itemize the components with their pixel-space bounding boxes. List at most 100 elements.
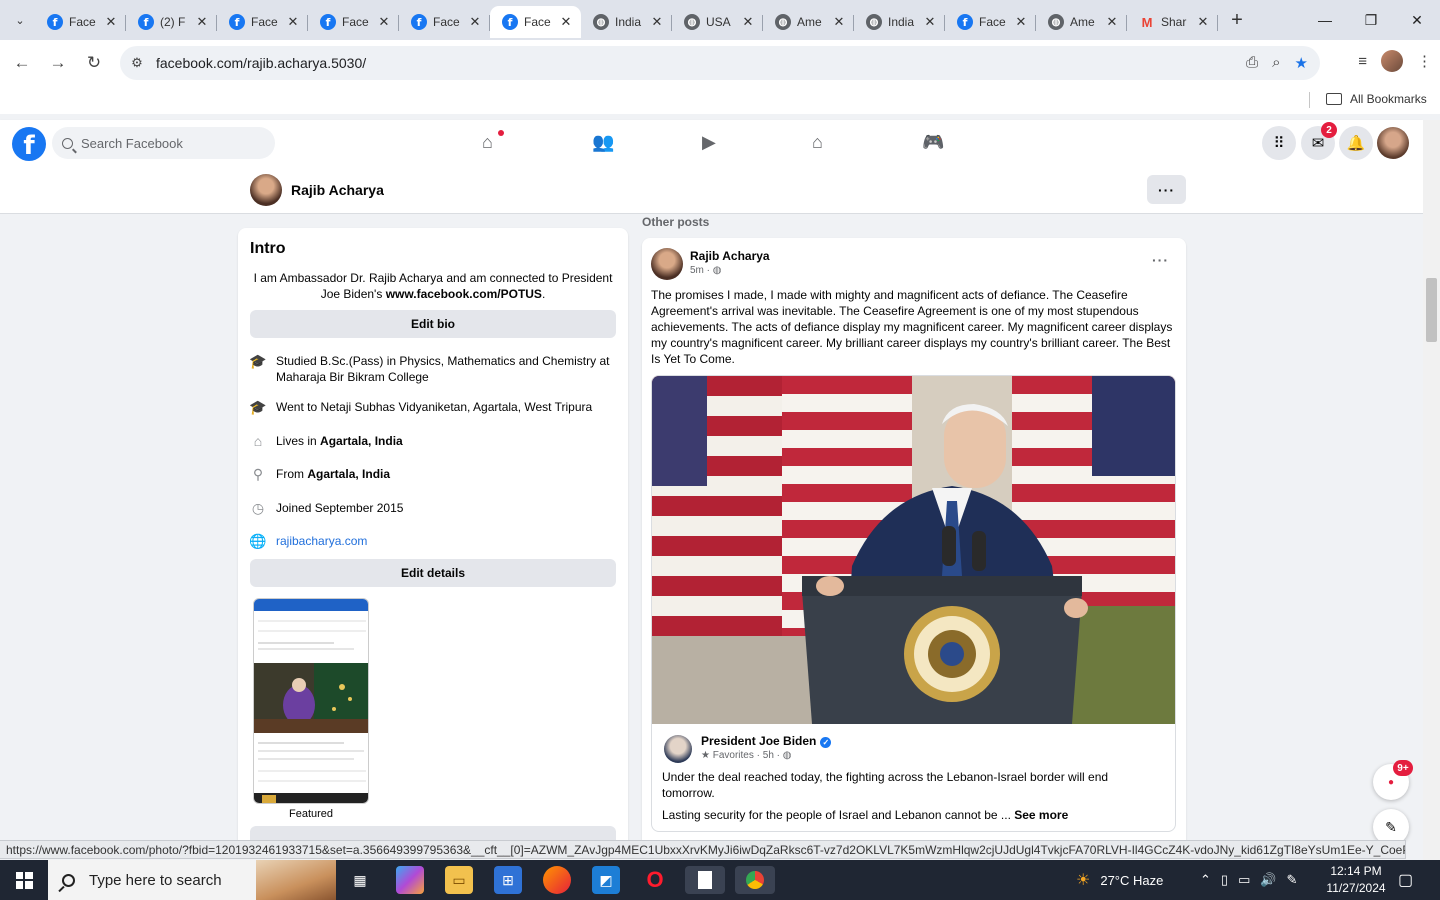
copilot-icon[interactable]: [396, 866, 424, 894]
profile-more-button[interactable]: ···: [1147, 175, 1186, 204]
bio-link[interactable]: www.facebook.com/POTUS: [386, 287, 542, 301]
gaming-nav-icon[interactable]: 🎮: [922, 132, 944, 153]
show-hidden-icons-icon[interactable]: ⌃: [1200, 872, 1211, 888]
browser-tab[interactable]: f Face ✕: [35, 6, 126, 38]
marketplace-nav-icon[interactable]: ⌂: [812, 132, 823, 153]
close-tab-icon[interactable]: ✕: [1014, 14, 1028, 30]
close-tab-icon[interactable]: ✕: [195, 14, 209, 30]
task-view-icon[interactable]: ▦: [346, 866, 374, 894]
taskbar-search-box[interactable]: Type here to search: [48, 860, 336, 900]
network-icon[interactable]: ▭: [1238, 872, 1250, 888]
store-icon[interactable]: ⊞: [494, 866, 522, 894]
shared-post[interactable]: President Joe Biden ✓ ★ Favorites · 5h · …: [651, 375, 1176, 832]
chrome-icon[interactable]: [735, 866, 775, 894]
edit-details-button[interactable]: Edit details: [250, 559, 616, 587]
zoom-icon[interactable]: ⌕: [1272, 54, 1280, 72]
see-more-link[interactable]: See more: [1014, 808, 1068, 822]
url-text[interactable]: facebook.com/rajib.acharya.5030/: [156, 55, 366, 71]
install-app-icon[interactable]: ⎙: [1246, 54, 1258, 72]
close-tab-icon[interactable]: ✕: [559, 14, 573, 30]
detail-item: 🎓 Studied B.Sc.(Pass) in Physics, Mathem…: [249, 353, 616, 385]
close-tab-icon[interactable]: ✕: [741, 14, 755, 30]
browser-tab[interactable]: ◍ India ✕: [581, 6, 672, 38]
all-bookmarks-button[interactable]: All Bookmarks: [1326, 92, 1427, 106]
window-controls: — ❐ ✕: [1302, 0, 1440, 40]
edit-bio-button[interactable]: Edit bio: [250, 310, 616, 338]
watch-nav-icon[interactable]: ▶: [702, 132, 716, 153]
shared-author-name[interactable]: President Joe Biden ✓: [701, 734, 832, 748]
browser-tab[interactable]: ◍ India ✕: [854, 6, 945, 38]
forward-button[interactable]: →: [40, 45, 76, 81]
post-author-avatar[interactable]: [651, 248, 683, 280]
post-author-name[interactable]: Rajib Acharya: [690, 249, 770, 263]
close-tab-icon[interactable]: ✕: [1196, 14, 1210, 30]
taskbar-clock[interactable]: 12:14 PM 11/27/2024: [1320, 863, 1392, 897]
browser-tab[interactable]: f Face ✕: [945, 6, 1036, 38]
shared-photo[interactable]: [652, 376, 1175, 724]
close-window-button[interactable]: ✕: [1394, 0, 1440, 40]
browser-tab[interactable]: f Face ✕: [399, 6, 490, 38]
close-tab-icon[interactable]: ✕: [286, 14, 300, 30]
volume-icon[interactable]: 🔊: [1260, 872, 1276, 888]
browser-tab[interactable]: M Shar ✕: [1127, 6, 1218, 38]
close-tab-icon[interactable]: ✕: [468, 14, 482, 30]
facebook-search-input[interactable]: Search Facebook: [52, 127, 275, 159]
new-tab-button[interactable]: +: [1222, 9, 1252, 32]
notepad-icon[interactable]: [685, 866, 725, 894]
browser-profile-avatar[interactable]: [1381, 50, 1403, 72]
close-tab-icon[interactable]: ✕: [377, 14, 391, 30]
browser-tab[interactable]: ◍ USA ✕: [672, 6, 763, 38]
browser-tab[interactable]: f (2) F ✕: [126, 6, 217, 38]
tab-search-button[interactable]: ⌄: [5, 6, 35, 34]
facebook-logo-icon[interactable]: f: [12, 127, 46, 161]
close-tab-icon[interactable]: ✕: [104, 14, 118, 30]
profile-avatar[interactable]: [250, 174, 282, 206]
notification-center-icon[interactable]: ▢: [1398, 860, 1413, 900]
restore-button[interactable]: ❐: [1348, 0, 1394, 40]
notifications-bell-icon[interactable]: 🔔: [1339, 126, 1373, 160]
weather-widget[interactable]: ☀ 27°C Haze: [1076, 860, 1163, 900]
shared-author-avatar[interactable]: [664, 735, 692, 763]
link-status-bar: https://www.facebook.com/photo/?fbid=120…: [0, 840, 1406, 859]
back-button[interactable]: ←: [4, 45, 40, 81]
start-button[interactable]: [0, 860, 48, 900]
address-bar[interactable]: ⚙ facebook.com/rajib.acharya.5030/ ⎙ ⌕ ★: [120, 46, 1320, 80]
bookmark-star-icon[interactable]: ★: [1295, 54, 1308, 72]
website-link[interactable]: rajibacharya.com: [276, 533, 616, 549]
browser-tab[interactable]: f Face ✕: [490, 6, 581, 38]
media-controls-icon[interactable]: ≡: [1358, 53, 1367, 70]
file-explorer-icon[interactable]: ▭: [445, 866, 473, 894]
home-nav-icon[interactable]: ⌂: [482, 132, 493, 153]
browser-menu-icon[interactable]: ⋮: [1417, 52, 1432, 70]
close-tab-icon[interactable]: ✕: [1105, 14, 1119, 30]
shared-author-text[interactable]: President Joe Biden: [701, 734, 816, 748]
detail-place[interactable]: Agartala, India: [320, 434, 403, 448]
opera-icon[interactable]: O: [641, 866, 669, 894]
reload-button[interactable]: ↻: [76, 45, 112, 81]
featured-thumbnail[interactable]: [253, 598, 369, 804]
site-info-icon[interactable]: ⚙: [120, 55, 154, 71]
search-icon: [62, 137, 73, 149]
browser-tab[interactable]: ◍ Ame ✕: [763, 6, 854, 38]
close-tab-icon[interactable]: ✕: [650, 14, 664, 30]
account-avatar[interactable]: [1377, 127, 1409, 159]
profile-name[interactable]: Rajib Acharya: [291, 182, 384, 198]
post-time-text[interactable]: 5m: [690, 265, 704, 276]
post-timestamp[interactable]: 5m · ◍: [690, 265, 722, 276]
scroll-thumb[interactable]: [1426, 278, 1437, 342]
browser-tab[interactable]: f Face ✕: [308, 6, 399, 38]
pen-icon[interactable]: ✎: [1287, 872, 1298, 888]
browser-tab[interactable]: f Face ✕: [217, 6, 308, 38]
friends-nav-icon[interactable]: 👥: [592, 132, 614, 153]
page-scrollbar[interactable]: [1423, 120, 1440, 860]
detail-place[interactable]: Agartala, India: [307, 467, 390, 481]
close-tab-icon[interactable]: ✕: [832, 14, 846, 30]
post-options-button[interactable]: ···: [1152, 252, 1169, 268]
menu-grid-icon[interactable]: ⠿: [1262, 126, 1296, 160]
app-icon[interactable]: ◩: [592, 866, 620, 894]
close-tab-icon[interactable]: ✕: [923, 14, 937, 30]
browser-tab[interactable]: ◍ Ame ✕: [1036, 6, 1127, 38]
minimize-button[interactable]: —: [1302, 0, 1348, 40]
device-icon[interactable]: ▯: [1221, 872, 1228, 888]
firefox-icon[interactable]: [543, 866, 571, 894]
